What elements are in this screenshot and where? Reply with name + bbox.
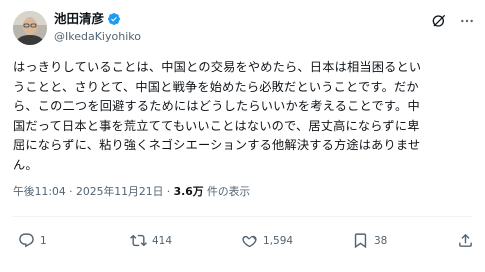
bookmark-icon [354,233,367,249]
divider [13,216,472,217]
tweet: 池田清彦 @IkedaKiyohiko はっきりしていることは、中国との交易をや… [0,0,485,272]
meta-separator: · [65,185,77,198]
header-icons [431,13,475,29]
bookmark-button[interactable]: 38 [352,232,387,249]
tweet-time[interactable]: 午後11:04 [13,185,66,198]
author-name[interactable]: 池田清彦 [54,10,104,28]
author-name-row: 池田清彦 [54,10,121,28]
author-handle[interactable]: @IkedaKiyohiko [54,29,141,44]
bookmark-count: 38 [374,234,388,247]
views-count: 3.6万 [173,185,204,198]
share-icon [459,233,472,247]
verified-badge-icon [108,13,120,25]
tweet-date[interactable]: 2025年11月21日 [76,185,163,198]
repost-count: 414 [152,234,173,247]
tweet-text: はっきりしていることは、中国との交易をやめたら、日本は相当困るとい うことと、さ… [13,60,422,172]
avatar-image [13,11,47,45]
like-count: 1,594 [263,234,294,247]
more-dots-icon[interactable] [459,13,475,29]
reply-count: 1 [40,234,47,247]
like-button[interactable]: 1,594 [241,232,293,249]
meta-separator: · [163,185,174,198]
reply-button[interactable]: 1 [18,232,47,249]
tweet-meta: 午後11:04 · 2025年11月21日 · 3.6万 件の表示 [13,184,250,200]
repost-button[interactable]: 414 [130,232,172,249]
reply-icon [19,233,34,248]
avatar[interactable] [13,11,47,45]
views-label: 件の表示 [203,185,251,198]
repost-icon [130,234,147,247]
grok-icon[interactable] [431,13,447,29]
action-bar: 1 414 1,594 38 [0,232,485,252]
heart-icon [242,235,257,248]
share-button[interactable] [457,232,474,249]
